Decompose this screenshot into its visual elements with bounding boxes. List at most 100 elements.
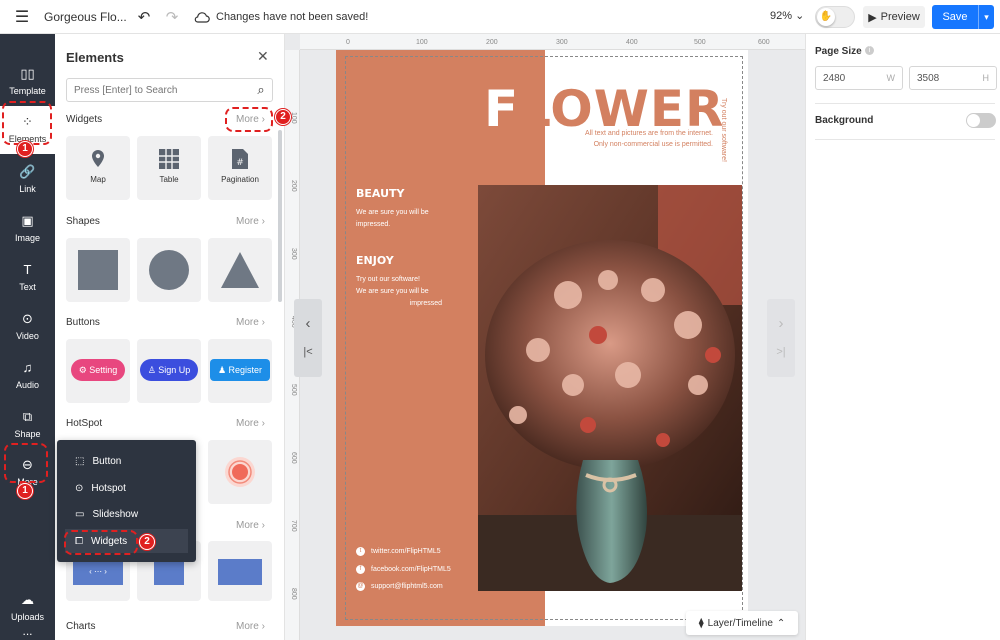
save-dropdown-icon[interactable]: ▾ — [978, 5, 994, 29]
prev-page-button[interactable]: ‹ |< — [294, 299, 322, 377]
hotspot-icon: ⊙ — [75, 482, 84, 494]
body-line: We are sure you will be — [356, 209, 429, 216]
body-line: impressed. — [356, 221, 391, 228]
menu-item-slideshow[interactable]: ▭ Slideshow — [65, 502, 188, 526]
ruler-label: 300 — [290, 248, 297, 260]
layer-timeline-button[interactable]: ⧫ Layer/Timeline ⌃ — [686, 611, 798, 635]
enjoy-heading[interactable]: ENJOY — [356, 254, 394, 267]
menu-item-label: Slideshow — [92, 508, 139, 520]
menu-item-label: Hotspot — [91, 482, 126, 494]
shape-circle[interactable] — [137, 238, 201, 302]
page-width-field[interactable]: 2480 W — [815, 66, 903, 90]
body-line: We are sure you will be — [356, 288, 429, 295]
section-title-charts: Charts — [66, 621, 96, 632]
ruler-label: 100 — [290, 112, 297, 124]
divider — [815, 139, 995, 140]
close-icon[interactable]: ✕ — [257, 48, 269, 65]
body-line: impressed — [409, 300, 442, 307]
audio-icon: ♫ — [22, 360, 33, 375]
user-icon: ♙ — [147, 365, 156, 375]
top-bar: ☰ Gorgeous Flo... ↶ ↷ Changes have not b… — [0, 0, 1000, 34]
sidebar-item-label: Text — [19, 282, 36, 292]
last-page-icon[interactable]: >| — [767, 346, 795, 358]
sidebar-item-image[interactable]: ▣ Image — [0, 205, 55, 253]
image-icon: ▣ — [21, 213, 34, 228]
buttons-more-link[interactable]: More › — [236, 317, 265, 328]
slideshow-template-3[interactable] — [208, 541, 272, 601]
zoom-dropdown[interactable]: 92% ⌄ — [770, 9, 804, 22]
twitter-icon: t — [356, 547, 365, 556]
widget-map[interactable]: Map — [66, 136, 130, 200]
search-icon[interactable]: ⌕ — [250, 82, 272, 98]
preview-button[interactable]: ▶ Preview — [863, 6, 925, 28]
slideshow-more-link[interactable]: More › — [236, 520, 265, 531]
pill-label: Setting — [89, 365, 118, 375]
button-register-template[interactable]: ♟ Register — [208, 339, 272, 403]
shape-square[interactable] — [66, 238, 130, 302]
beauty-body[interactable]: We are sure you will be impressed. — [356, 207, 429, 231]
social-twitter[interactable]: t twitter.com/FlipHTML5 — [356, 547, 441, 556]
table-icon — [159, 149, 179, 169]
vertical-tagline[interactable]: Try out our software! — [720, 98, 727, 162]
social-label: twitter.com/FlipHTML5 — [371, 548, 441, 555]
panel-scrollbar[interactable] — [278, 130, 282, 302]
ruler-label: 800 — [290, 588, 297, 600]
step-badge-2b: 2 — [139, 534, 155, 550]
sidebar-item-shape[interactable]: ⧉ Shape — [0, 401, 55, 449]
undo-icon[interactable]: ↶ — [130, 8, 158, 26]
background-toggle[interactable] — [966, 113, 996, 128]
sidebar-item-audio[interactable]: ♫ Audio — [0, 352, 55, 400]
button-setting-template[interactable]: ⚙ Setting — [66, 339, 130, 403]
chevron-right-icon: › — [778, 315, 784, 332]
first-page-icon[interactable]: |< — [294, 346, 322, 358]
shape-triangle[interactable] — [208, 238, 272, 302]
design-page[interactable]: FLOWER All text and pictures are from th… — [336, 50, 748, 626]
info-icon[interactable]: i — [865, 46, 874, 55]
sidebar-overflow[interactable]: ... — [0, 624, 55, 638]
menu-item-hotspot[interactable]: ⊙ Hotspot — [65, 476, 188, 500]
button-signup-template[interactable]: ♙ Sign Up — [137, 339, 201, 403]
menu-item-button[interactable]: ⬚ Button — [65, 449, 188, 473]
ruler-label: 600 — [290, 452, 297, 464]
beauty-heading[interactable]: BEAUTY — [356, 187, 404, 200]
section-title-buttons: Buttons — [66, 317, 100, 328]
social-facebook[interactable]: f facebook.com/FlipHTML5 — [356, 565, 451, 574]
toggle-knob — [967, 114, 980, 127]
search-box: ⌕ — [66, 78, 273, 102]
hotspot-more-link[interactable]: More › — [236, 418, 265, 429]
page-height-value: 3508 — [917, 72, 940, 84]
menu-item-widgets[interactable]: ⧠ Widgets — [65, 529, 188, 553]
widget-label: Pagination — [221, 175, 259, 184]
hotspot-pulse[interactable] — [208, 440, 272, 504]
page-height-field[interactable]: 3508 H — [909, 66, 997, 90]
page-width-value: 2480 — [823, 72, 846, 84]
pill-label: Sign Up — [158, 365, 191, 375]
widget-table[interactable]: Table — [137, 136, 201, 200]
widgets-more-link[interactable]: More › — [236, 114, 265, 125]
hamburger-icon[interactable]: ☰ — [0, 0, 44, 34]
sidebar-item-text[interactable]: T Text — [0, 254, 55, 302]
next-page-button[interactable]: › >| — [767, 299, 795, 377]
charts-more-link[interactable]: More › — [236, 621, 265, 632]
sidebar-item-video[interactable]: ⊙ Video — [0, 303, 55, 351]
properties-panel: Page Size i 2480 W 3508 H Background — [805, 34, 1000, 640]
sidebar-item-link[interactable]: 🔗 Link — [0, 156, 55, 204]
copyright-note[interactable]: All text and pictures are from the inter… — [550, 128, 713, 150]
save-button[interactable]: Save ▾ — [932, 5, 994, 29]
facebook-icon: f — [356, 565, 365, 574]
panel-title: Elements — [66, 50, 124, 65]
flower-vase-photo[interactable] — [478, 185, 742, 591]
cursor-icon: ⬚ — [75, 455, 85, 467]
enjoy-body[interactable]: Try out our software! We are sure you wil… — [356, 274, 442, 310]
redo-icon[interactable]: ↷ — [158, 8, 186, 26]
shapes-more-link[interactable]: More › — [236, 216, 265, 227]
widget-pagination[interactable]: # Pagination — [208, 136, 272, 200]
email-icon: @ — [356, 582, 365, 591]
video-icon: ⊙ — [22, 311, 33, 326]
search-input[interactable] — [67, 84, 250, 96]
document-title[interactable]: Gorgeous Flo... — [44, 10, 130, 24]
hand-tool-toggle[interactable]: ✋ — [815, 6, 855, 28]
social-email[interactable]: @ support@fliphtml5.com — [356, 582, 443, 591]
sidebar-item-template[interactable]: ▯▯ Template — [0, 58, 55, 106]
more-icon: ⊖ — [22, 457, 33, 472]
